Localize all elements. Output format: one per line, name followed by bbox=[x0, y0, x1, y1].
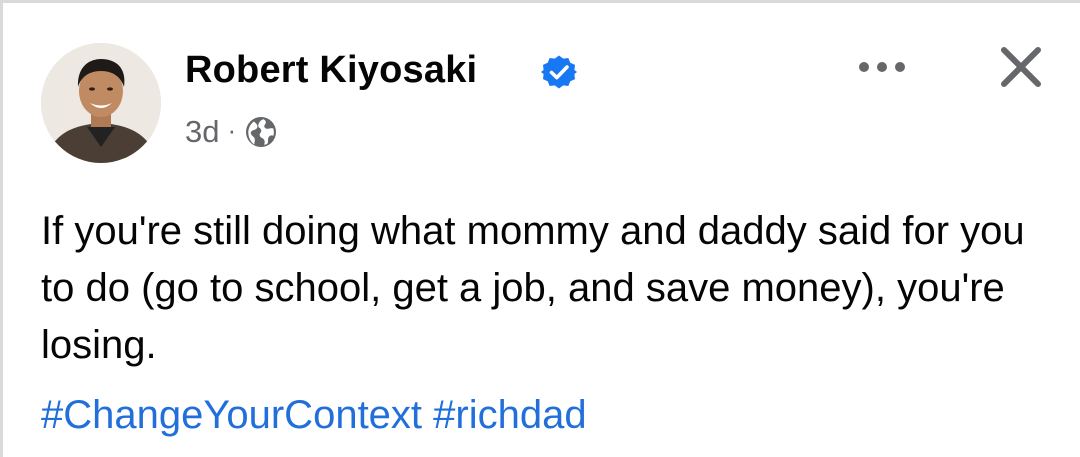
avatar[interactable] bbox=[41, 43, 161, 163]
verified-badge-icon bbox=[541, 55, 577, 89]
hashtag-link[interactable]: #ChangeYourContext bbox=[41, 393, 422, 437]
post-timestamp[interactable]: 3d bbox=[185, 114, 219, 150]
post-text: If you're still doing what mommy and dad… bbox=[41, 209, 1025, 367]
meta-separator: · bbox=[227, 114, 237, 145]
author-name[interactable]: Robert Kiyosaki bbox=[185, 46, 477, 94]
close-icon bbox=[1001, 47, 1041, 87]
hashtag-link[interactable]: #richdad bbox=[433, 393, 586, 437]
close-button[interactable] bbox=[993, 39, 1049, 95]
post-hashtags: #ChangeYourContext #richdad bbox=[41, 387, 587, 444]
more-options-button[interactable] bbox=[851, 47, 913, 87]
post-meta: 3d · bbox=[185, 112, 277, 152]
post-card: Robert Kiyosaki 3d · If you're still doi… bbox=[0, 0, 1080, 457]
avatar-photo bbox=[41, 43, 161, 163]
more-options-icon bbox=[859, 62, 905, 72]
globe-icon[interactable] bbox=[245, 116, 277, 148]
